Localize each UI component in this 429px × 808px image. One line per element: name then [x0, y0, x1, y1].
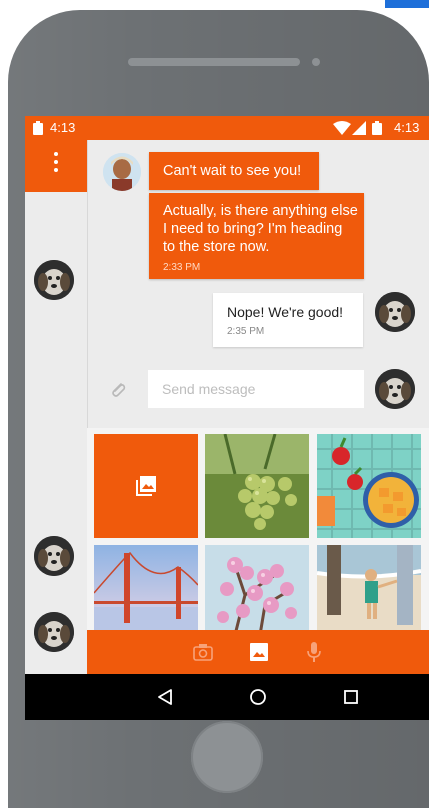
- send-message-input[interactable]: [148, 370, 362, 408]
- phone-sensor: [312, 58, 320, 66]
- media-toolbar: [87, 630, 429, 674]
- dog-avatar-icon: [375, 292, 415, 332]
- back-icon[interactable]: [157, 688, 173, 706]
- incoming-message-bubble: Actually, is there anything else I need …: [149, 193, 364, 279]
- more-vert-icon: [53, 149, 59, 177]
- outgoing-message-bubble: Nope! We're good! 2:35 PM: [213, 293, 363, 347]
- message-text: Nope! We're good!: [227, 304, 344, 320]
- status-bar: 4:13 4:13: [25, 116, 429, 140]
- battery-icon: [33, 121, 43, 135]
- grapes-photo: [205, 434, 309, 538]
- dog-avatar-icon: [34, 612, 74, 652]
- message-timestamp: 2:35 PM: [227, 326, 265, 337]
- gallery-photo-fruit[interactable]: [317, 434, 421, 538]
- open-gallery-tile[interactable]: [94, 434, 198, 538]
- golden-gate-bridge-photo: [94, 545, 198, 635]
- contact-avatar[interactable]: [103, 153, 141, 191]
- incoming-message-bubble: Can't wait to see you!: [149, 152, 319, 190]
- beach-family-photo: [317, 545, 421, 635]
- camera-icon[interactable]: [193, 643, 213, 661]
- dog-avatar-icon: [375, 369, 415, 409]
- photo-library-icon: [136, 476, 156, 496]
- status-time-left: 4:13: [50, 120, 76, 135]
- conversation-avatar[interactable]: [34, 260, 74, 300]
- dog-avatar-icon: [34, 260, 74, 300]
- gallery-photo-bridge[interactable]: [94, 545, 198, 635]
- dog-avatar-icon: [34, 536, 74, 576]
- conversation-avatar[interactable]: [34, 612, 74, 652]
- microphone-icon[interactable]: [307, 641, 321, 663]
- message-text: Can't wait to see you!: [163, 163, 302, 179]
- gallery-photo-blossoms[interactable]: [205, 545, 309, 635]
- message-text: Actually, is there anything else I need …: [163, 203, 358, 255]
- home-icon[interactable]: [249, 688, 267, 706]
- message-timestamp: 2:33 PM: [163, 262, 201, 273]
- battery-icon: [372, 121, 382, 135]
- fruit-bowl-photo: [317, 434, 421, 538]
- phone-speaker: [128, 58, 300, 66]
- person-avatar-icon: [103, 153, 141, 191]
- own-avatar[interactable]: [375, 292, 415, 332]
- conversation-avatar[interactable]: [34, 536, 74, 576]
- own-avatar: [375, 369, 415, 409]
- phone-home-button[interactable]: [191, 721, 263, 793]
- cherry-blossoms-photo: [205, 545, 309, 635]
- status-time-right: 4:13: [394, 120, 420, 135]
- attach-icon[interactable]: [109, 380, 127, 398]
- recents-icon[interactable]: [343, 689, 359, 705]
- image-icon[interactable]: [249, 642, 269, 662]
- wifi-icon: [333, 121, 351, 135]
- gallery-photo-beach[interactable]: [317, 545, 421, 635]
- message-composer: [148, 370, 364, 408]
- signal-icon: [352, 121, 366, 135]
- background-accent: [385, 0, 429, 8]
- android-nav-bar: [25, 674, 429, 720]
- gallery-photo-grapes[interactable]: [205, 434, 309, 538]
- phone-screen: 4:13 4:13 Can't wait to see you! Actuall…: [25, 116, 429, 720]
